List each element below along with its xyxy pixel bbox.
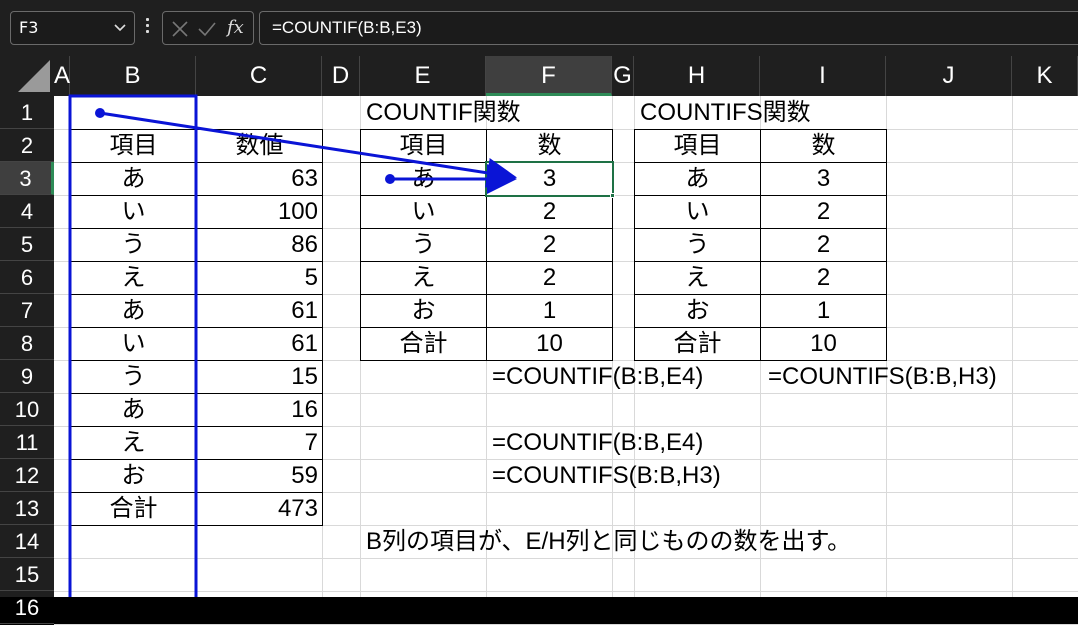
- arrow-b-to-f3: [99, 111, 517, 188]
- formula-bar: F3 fx =COUNTIF(B:B,E3): [0, 0, 1078, 56]
- column-b-highlight: [68, 94, 198, 597]
- name-box[interactable]: F3: [10, 11, 135, 45]
- formula-text: =COUNTIF(B:B,E3): [272, 18, 422, 37]
- formula-buttons: fx: [162, 11, 254, 45]
- cancel-icon[interactable]: [171, 20, 189, 38]
- spreadsheet-grid: A B C D E F G H I J K 1 2 3 4 5 6 7 8 9 10 11 12 13 14 15 16 項目 数値あ 6…: [0, 56, 1078, 625]
- function-icon[interactable]: fx: [227, 12, 244, 44]
- annotation-overlay: [68, 94, 517, 597]
- name-box-value: F3: [19, 18, 39, 37]
- formula-input[interactable]: =COUNTIF(B:B,E3): [259, 11, 1078, 45]
- more-icon[interactable]: [146, 18, 150, 38]
- chevron-down-icon[interactable]: [112, 12, 128, 44]
- confirm-icon[interactable]: [197, 20, 217, 38]
